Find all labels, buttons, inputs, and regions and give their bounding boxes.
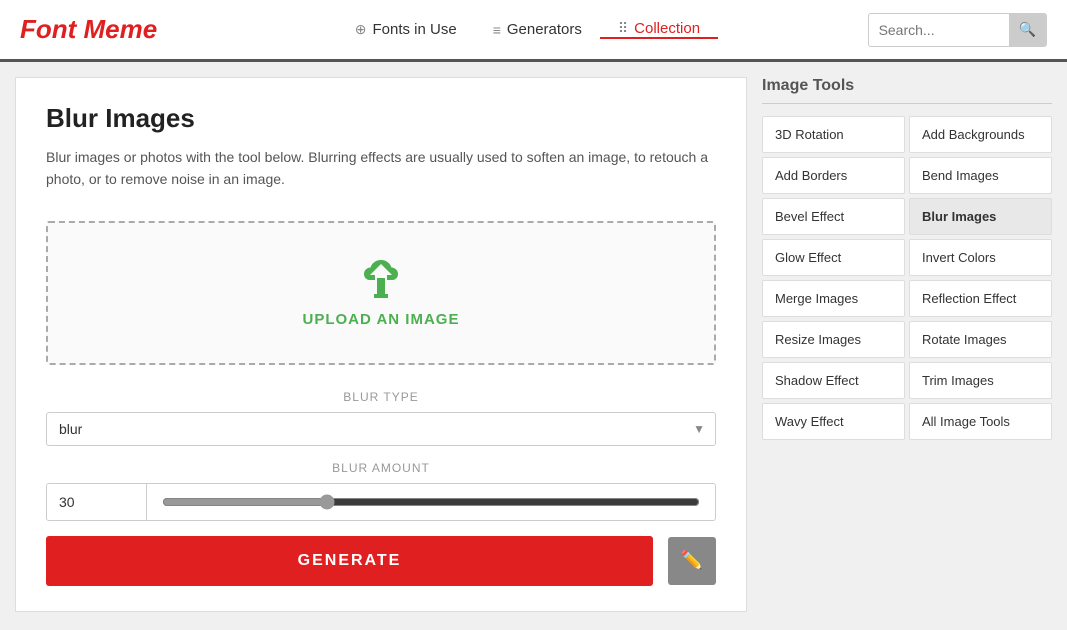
target-icon: ⊕ (355, 21, 367, 38)
search-button[interactable]: 🔍 (1009, 13, 1046, 47)
tool-blur-images[interactable]: Blur Images (909, 198, 1052, 235)
blur-amount-group: BLUR AMOUNT (46, 461, 716, 521)
tool-add-borders[interactable]: Add Borders (762, 157, 905, 194)
grid-icon: ⠿ (618, 20, 628, 37)
blur-amount-input[interactable] (47, 484, 147, 520)
tool-wavy-effect[interactable]: Wavy Effect (762, 403, 905, 440)
tool-3d-rotation[interactable]: 3D Rotation (762, 116, 905, 153)
blur-amount-slider-container (147, 494, 715, 510)
upload-icon (356, 258, 406, 303)
upload-label: UPLOAD AN IMAGE (303, 311, 460, 328)
right-panel: Image Tools 3D Rotation Add Backgrounds … (762, 77, 1052, 612)
nav-collection-label: Collection (634, 20, 700, 37)
tool-reflection-effect[interactable]: Reflection Effect (909, 280, 1052, 317)
generate-button[interactable]: GENERATE (46, 536, 653, 586)
nav-generators-label: Generators (507, 21, 582, 38)
search-box: 🔍 (868, 13, 1047, 47)
nav-fonts-in-use[interactable]: ⊕ Fonts in Use (337, 21, 475, 38)
nav-fonts-in-use-label: Fonts in Use (372, 21, 456, 38)
search-input[interactable] (869, 22, 1009, 38)
tool-resize-images[interactable]: Resize Images (762, 321, 905, 358)
tools-grid: 3D Rotation Add Backgrounds Add Borders … (762, 116, 1052, 440)
left-panel: Blur Images Blur images or photos with t… (15, 77, 747, 612)
tool-merge-images[interactable]: Merge Images (762, 280, 905, 317)
tool-all-image-tools[interactable]: All Image Tools (909, 403, 1052, 440)
page-title: Blur Images (46, 103, 716, 134)
blur-amount-row (46, 483, 716, 521)
page-description: Blur images or photos with the tool belo… (46, 146, 716, 191)
main-layout: Blur Images Blur images or photos with t… (0, 62, 1067, 627)
search-icon: 🔍 (1019, 21, 1036, 37)
nav-generators[interactable]: ≡ Generators (475, 21, 600, 38)
list-icon: ≡ (493, 22, 501, 38)
blur-type-select[interactable]: blur gaussian motion radial (47, 413, 715, 445)
blur-amount-slider[interactable] (162, 494, 700, 510)
tool-trim-images[interactable]: Trim Images (909, 362, 1052, 399)
blur-amount-label: BLUR AMOUNT (46, 461, 716, 475)
pencil-icon: ✏️ (681, 550, 703, 571)
tool-add-backgrounds[interactable]: Add Backgrounds (909, 116, 1052, 153)
image-tools-header: Image Tools (762, 77, 1052, 104)
upload-area[interactable]: UPLOAD AN IMAGE (46, 221, 716, 365)
tool-glow-effect[interactable]: Glow Effect (762, 239, 905, 276)
tool-rotate-images[interactable]: Rotate Images (909, 321, 1052, 358)
tool-bevel-effect[interactable]: Bevel Effect (762, 198, 905, 235)
blur-type-select-wrapper: blur gaussian motion radial ▼ (46, 412, 716, 446)
blur-type-label: BLUR TYPE (46, 390, 716, 404)
tool-bend-images[interactable]: Bend Images (909, 157, 1052, 194)
nav: ⊕ Fonts in Use ≡ Generators ⠿ Collection (187, 20, 867, 39)
blur-type-group: BLUR TYPE blur gaussian motion radial ▼ (46, 390, 716, 446)
header: Font Meme ⊕ Fonts in Use ≡ Generators ⠿ … (0, 0, 1067, 62)
generate-row: GENERATE ✏️ (46, 536, 716, 586)
logo[interactable]: Font Meme (20, 14, 157, 45)
tool-invert-colors[interactable]: Invert Colors (909, 239, 1052, 276)
edit-button[interactable]: ✏️ (668, 537, 716, 585)
tool-shadow-effect[interactable]: Shadow Effect (762, 362, 905, 399)
nav-collection[interactable]: ⠿ Collection (600, 20, 718, 39)
